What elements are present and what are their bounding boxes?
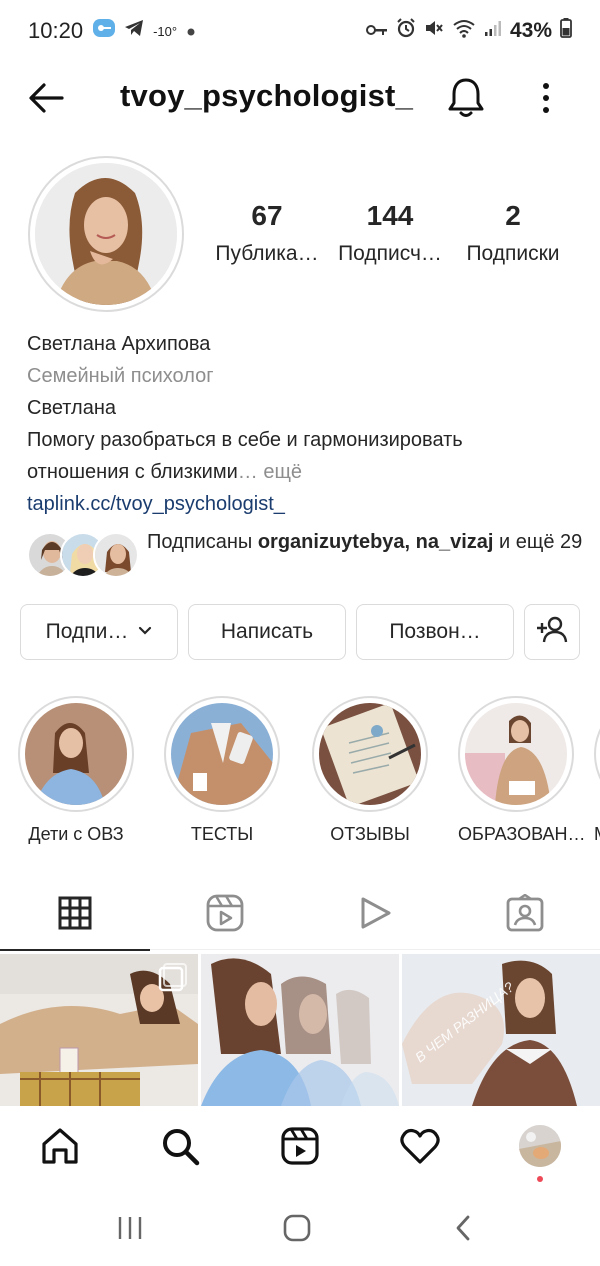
message-button[interactable]: Написать	[188, 604, 346, 660]
profile-header: tvoy_psychologist_	[0, 62, 600, 132]
highlight-cover	[319, 703, 421, 805]
tab-tagged[interactable]	[450, 880, 600, 950]
post-thumbnail[interactable]	[0, 954, 198, 1106]
profile-avatar	[519, 1125, 561, 1167]
profile-avatar-ring[interactable]	[28, 156, 184, 312]
back-button-icon[interactable]	[452, 1214, 474, 1242]
following-count: 2	[505, 200, 521, 231]
posts-count: 67	[251, 200, 283, 231]
home-button-icon[interactable]	[283, 1214, 311, 1242]
profile-full-name: Светлана Архипова	[27, 333, 211, 355]
followed-by-avatars	[27, 532, 139, 578]
reels-nav-icon[interactable]	[278, 1124, 322, 1168]
posts-stat[interactable]: 67 Публика…	[206, 200, 328, 266]
following-button-label: Подпи…	[45, 620, 129, 643]
alarm-icon	[396, 18, 416, 44]
profile-username: tvoy_psychologist_	[120, 78, 414, 113]
wifi-icon	[452, 18, 476, 44]
signal-icon	[484, 19, 502, 43]
heart-icon[interactable]	[398, 1124, 442, 1168]
followed-by-names: organizuytebya, na_vizaj	[257, 531, 494, 553]
system-navigation	[0, 1188, 600, 1266]
bio-more-link[interactable]: … ещё	[238, 461, 302, 483]
story-highlights: Дети с ОВЗ ТЕСТЫ ОТЗЫВЫ ОБРАЗОВАН… М	[0, 696, 600, 856]
post-thumbnail[interactable]	[201, 954, 399, 1106]
tab-reels[interactable]	[150, 880, 300, 950]
bio-line-3: отношения с близкими	[27, 461, 238, 483]
reels-icon	[206, 894, 244, 937]
highlight-item[interactable]: ТЕСТЫ	[164, 696, 280, 845]
battery-percent: 43%	[509, 19, 552, 42]
bottom-navigation	[0, 1106, 600, 1188]
vpn-key-icon	[93, 19, 116, 43]
highlight-cover	[171, 703, 273, 805]
tab-posts-grid[interactable]	[0, 880, 150, 951]
profile-nav-item[interactable]	[518, 1124, 562, 1168]
profile-category: Семейный психолог	[27, 365, 214, 387]
mute-icon	[424, 18, 444, 44]
home-icon[interactable]	[38, 1124, 82, 1168]
key-icon	[365, 19, 388, 43]
tab-videos[interactable]	[300, 880, 450, 950]
highlight-label: ТЕСТЫ	[190, 824, 254, 844]
followed-by-prefix: Подписаны	[147, 531, 258, 553]
highlight-label: ОБРАЗОВАН…	[458, 824, 586, 844]
battery-icon	[560, 18, 572, 44]
profile-tabs	[0, 880, 600, 951]
dot-icon	[186, 19, 196, 43]
post-thumbnail[interactable]: В ЧЕМ РАЗНИЦА?	[402, 954, 600, 1106]
tagged-icon	[506, 892, 544, 937]
posts-grid: В ЧЕМ РАЗНИЦА?	[0, 954, 600, 1106]
followers-count: 144	[366, 200, 414, 231]
telegram-icon	[124, 19, 144, 43]
profile-stats: 67 Публика… 144 Подписч… 2 Подписки	[206, 200, 580, 266]
highlight-label: Дети с ОВЗ	[28, 824, 124, 844]
bio-line-2: Помогу разобраться в себе и гармонизиров…	[27, 429, 463, 451]
highlight-item[interactable]: Дети с ОВЗ	[18, 696, 134, 845]
bio-line-1: Светлана	[27, 397, 116, 419]
following-label: Подписки	[466, 242, 560, 265]
followed-by-suffix: и ещё 29	[493, 531, 583, 553]
highlight-item[interactable]: М	[594, 696, 600, 845]
chevron-down-icon	[138, 623, 152, 641]
highlight-label: ОТЗЫВЫ	[330, 824, 410, 844]
temperature: -10°	[153, 23, 178, 39]
highlight-item[interactable]: ОТЗЫВЫ	[312, 696, 428, 845]
grid-icon	[58, 896, 92, 935]
followed-by-text: Подписаны organizuytebya, na_vizaj и ещё…	[147, 528, 587, 556]
highlight-label: М	[594, 824, 600, 845]
highlight-cover	[465, 703, 567, 805]
notification-dot	[537, 1176, 543, 1182]
following-stat[interactable]: 2 Подписки	[452, 200, 574, 266]
highlight-item[interactable]: ОБРАЗОВАН…	[458, 696, 586, 845]
followers-label: Подписч…	[338, 242, 442, 265]
video-play-icon	[358, 895, 392, 936]
profile-actions: Подпи… Написать Позвон…	[20, 604, 580, 660]
followed-by[interactable]: Подписаны organizuytebya, na_vizaj и ещё…	[27, 528, 587, 584]
back-arrow-icon[interactable]	[26, 78, 66, 118]
suggest-users-button[interactable]	[524, 604, 580, 660]
bio-external-link[interactable]: taplink.cc/tvoy_psychologist_	[27, 488, 587, 520]
recent-apps-icon[interactable]	[116, 1214, 144, 1242]
highlight-cover	[25, 703, 127, 805]
followers-stat[interactable]: 144 Подписч…	[328, 200, 452, 266]
profile-avatar	[35, 163, 177, 305]
posts-label: Публика…	[215, 242, 319, 265]
bell-icon[interactable]	[446, 76, 486, 118]
following-dropdown-button[interactable]: Подпи…	[20, 604, 178, 660]
status-time: 10:20	[28, 18, 84, 43]
search-icon[interactable]	[158, 1124, 202, 1168]
profile-bio: Светлана Архипова Семейный психолог Свет…	[27, 328, 587, 520]
more-vertical-icon[interactable]	[534, 80, 558, 116]
add-person-icon	[536, 615, 568, 649]
status-bar: 10:20 -10° 43%	[0, 0, 600, 62]
follower-avatar	[93, 532, 139, 578]
call-button[interactable]: Позвон…	[356, 604, 514, 660]
